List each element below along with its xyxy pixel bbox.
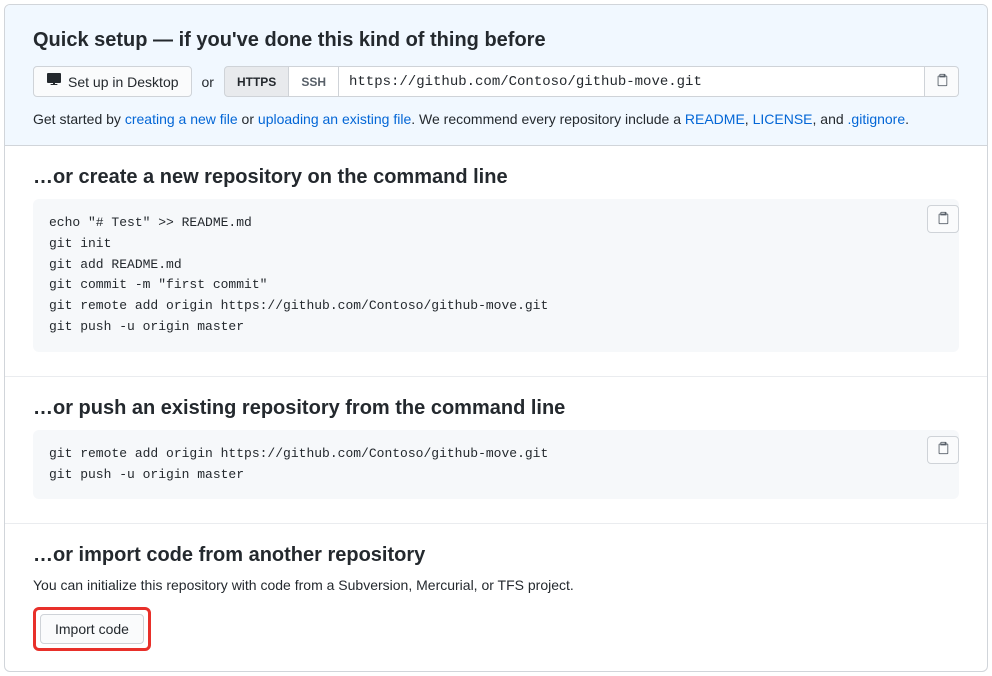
push-repo-section: …or push an existing repository from the… bbox=[5, 377, 987, 525]
create-repo-code: echo "# Test" >> README.md git init git … bbox=[49, 213, 943, 338]
import-repo-section: …or import code from another repository … bbox=[5, 524, 987, 671]
link-readme[interactable]: README bbox=[685, 111, 745, 127]
push-repo-code-block: git remote add origin https://github.com… bbox=[33, 430, 959, 500]
link-upload-file[interactable]: uploading an existing file bbox=[258, 111, 411, 127]
create-repo-code-block: echo "# Test" >> README.md git init git … bbox=[33, 199, 959, 352]
setup-desktop-label: Set up in Desktop bbox=[68, 74, 179, 90]
quick-setup-panel: Quick setup — if you've done this kind o… bbox=[5, 5, 987, 146]
copy-url-button[interactable] bbox=[925, 66, 959, 97]
import-code-button[interactable]: Import code bbox=[40, 614, 144, 644]
setup-desktop-button[interactable]: Set up in Desktop bbox=[33, 66, 192, 97]
copy-push-code-button[interactable] bbox=[927, 436, 959, 464]
copy-create-code-button[interactable] bbox=[927, 205, 959, 233]
ssh-button[interactable]: SSH bbox=[289, 66, 339, 97]
or-text: or bbox=[192, 74, 224, 90]
import-highlight: Import code bbox=[33, 607, 151, 651]
clipboard-icon bbox=[936, 211, 950, 228]
push-repo-heading: …or push an existing repository from the… bbox=[33, 397, 959, 420]
help-text: Get started by creating a new file or up… bbox=[33, 111, 959, 127]
quick-setup-heading: Quick setup — if you've done this kind o… bbox=[33, 29, 959, 52]
import-repo-desc: You can initialize this repository with … bbox=[33, 577, 959, 593]
import-repo-heading: …or import code from another repository bbox=[33, 544, 959, 567]
protocol-toggle: HTTPS SSH bbox=[224, 66, 339, 97]
clipboard-icon bbox=[936, 441, 950, 458]
repo-url-input[interactable] bbox=[339, 66, 925, 97]
link-new-file[interactable]: creating a new file bbox=[125, 111, 238, 127]
clipboard-icon bbox=[935, 73, 949, 90]
setup-row: Set up in Desktop or HTTPS SSH bbox=[33, 66, 959, 97]
link-gitignore[interactable]: .gitignore bbox=[848, 111, 906, 127]
push-repo-code: git remote add origin https://github.com… bbox=[49, 444, 943, 486]
repo-setup-container: Quick setup — if you've done this kind o… bbox=[4, 4, 988, 672]
link-license[interactable]: LICENSE bbox=[753, 111, 813, 127]
create-repo-section: …or create a new repository on the comma… bbox=[5, 146, 987, 377]
desktop-icon bbox=[46, 72, 62, 91]
https-button[interactable]: HTTPS bbox=[224, 66, 289, 97]
create-repo-heading: …or create a new repository on the comma… bbox=[33, 166, 959, 189]
